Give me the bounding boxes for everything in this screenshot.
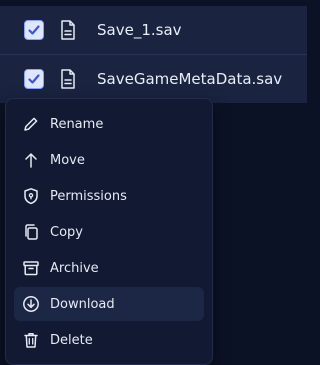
menu-item-label: Archive bbox=[50, 260, 99, 276]
pencil-icon bbox=[22, 115, 40, 133]
arrow-up-icon bbox=[22, 151, 40, 169]
file-row[interactable]: Save_1.sav bbox=[0, 6, 307, 54]
menu-item-rename[interactable]: Rename bbox=[14, 107, 204, 141]
menu-item-label: Download bbox=[50, 296, 115, 312]
menu-item-copy[interactable]: Copy bbox=[14, 215, 204, 249]
check-icon bbox=[28, 25, 40, 35]
check-icon bbox=[28, 74, 40, 84]
menu-item-permissions[interactable]: Permissions bbox=[14, 179, 204, 213]
archive-icon bbox=[22, 259, 40, 277]
file-icon bbox=[61, 69, 75, 89]
menu-item-move[interactable]: Move bbox=[14, 143, 204, 177]
context-menu: Rename Move Permissions Copy Archive Dow… bbox=[5, 98, 213, 365]
menu-item-label: Permissions bbox=[50, 188, 127, 204]
copy-icon bbox=[22, 223, 40, 241]
file-name[interactable]: Save_1.sav bbox=[97, 21, 182, 39]
trash-icon bbox=[22, 331, 40, 349]
menu-item-download[interactable]: Download bbox=[14, 287, 204, 321]
file-icon bbox=[61, 20, 75, 40]
file-name[interactable]: SaveGameMetaData.sav bbox=[97, 70, 282, 88]
menu-item-archive[interactable]: Archive bbox=[14, 251, 204, 285]
menu-item-delete[interactable]: Delete bbox=[14, 323, 204, 357]
file-checkbox[interactable] bbox=[24, 20, 44, 40]
file-checkbox[interactable] bbox=[24, 69, 44, 89]
shield-icon bbox=[22, 187, 40, 205]
menu-item-label: Delete bbox=[50, 332, 93, 348]
file-row[interactable]: SaveGameMetaData.sav bbox=[0, 54, 307, 103]
download-icon bbox=[22, 295, 40, 313]
menu-item-label: Move bbox=[50, 152, 85, 168]
menu-item-label: Rename bbox=[50, 116, 104, 132]
menu-item-label: Copy bbox=[50, 224, 83, 240]
